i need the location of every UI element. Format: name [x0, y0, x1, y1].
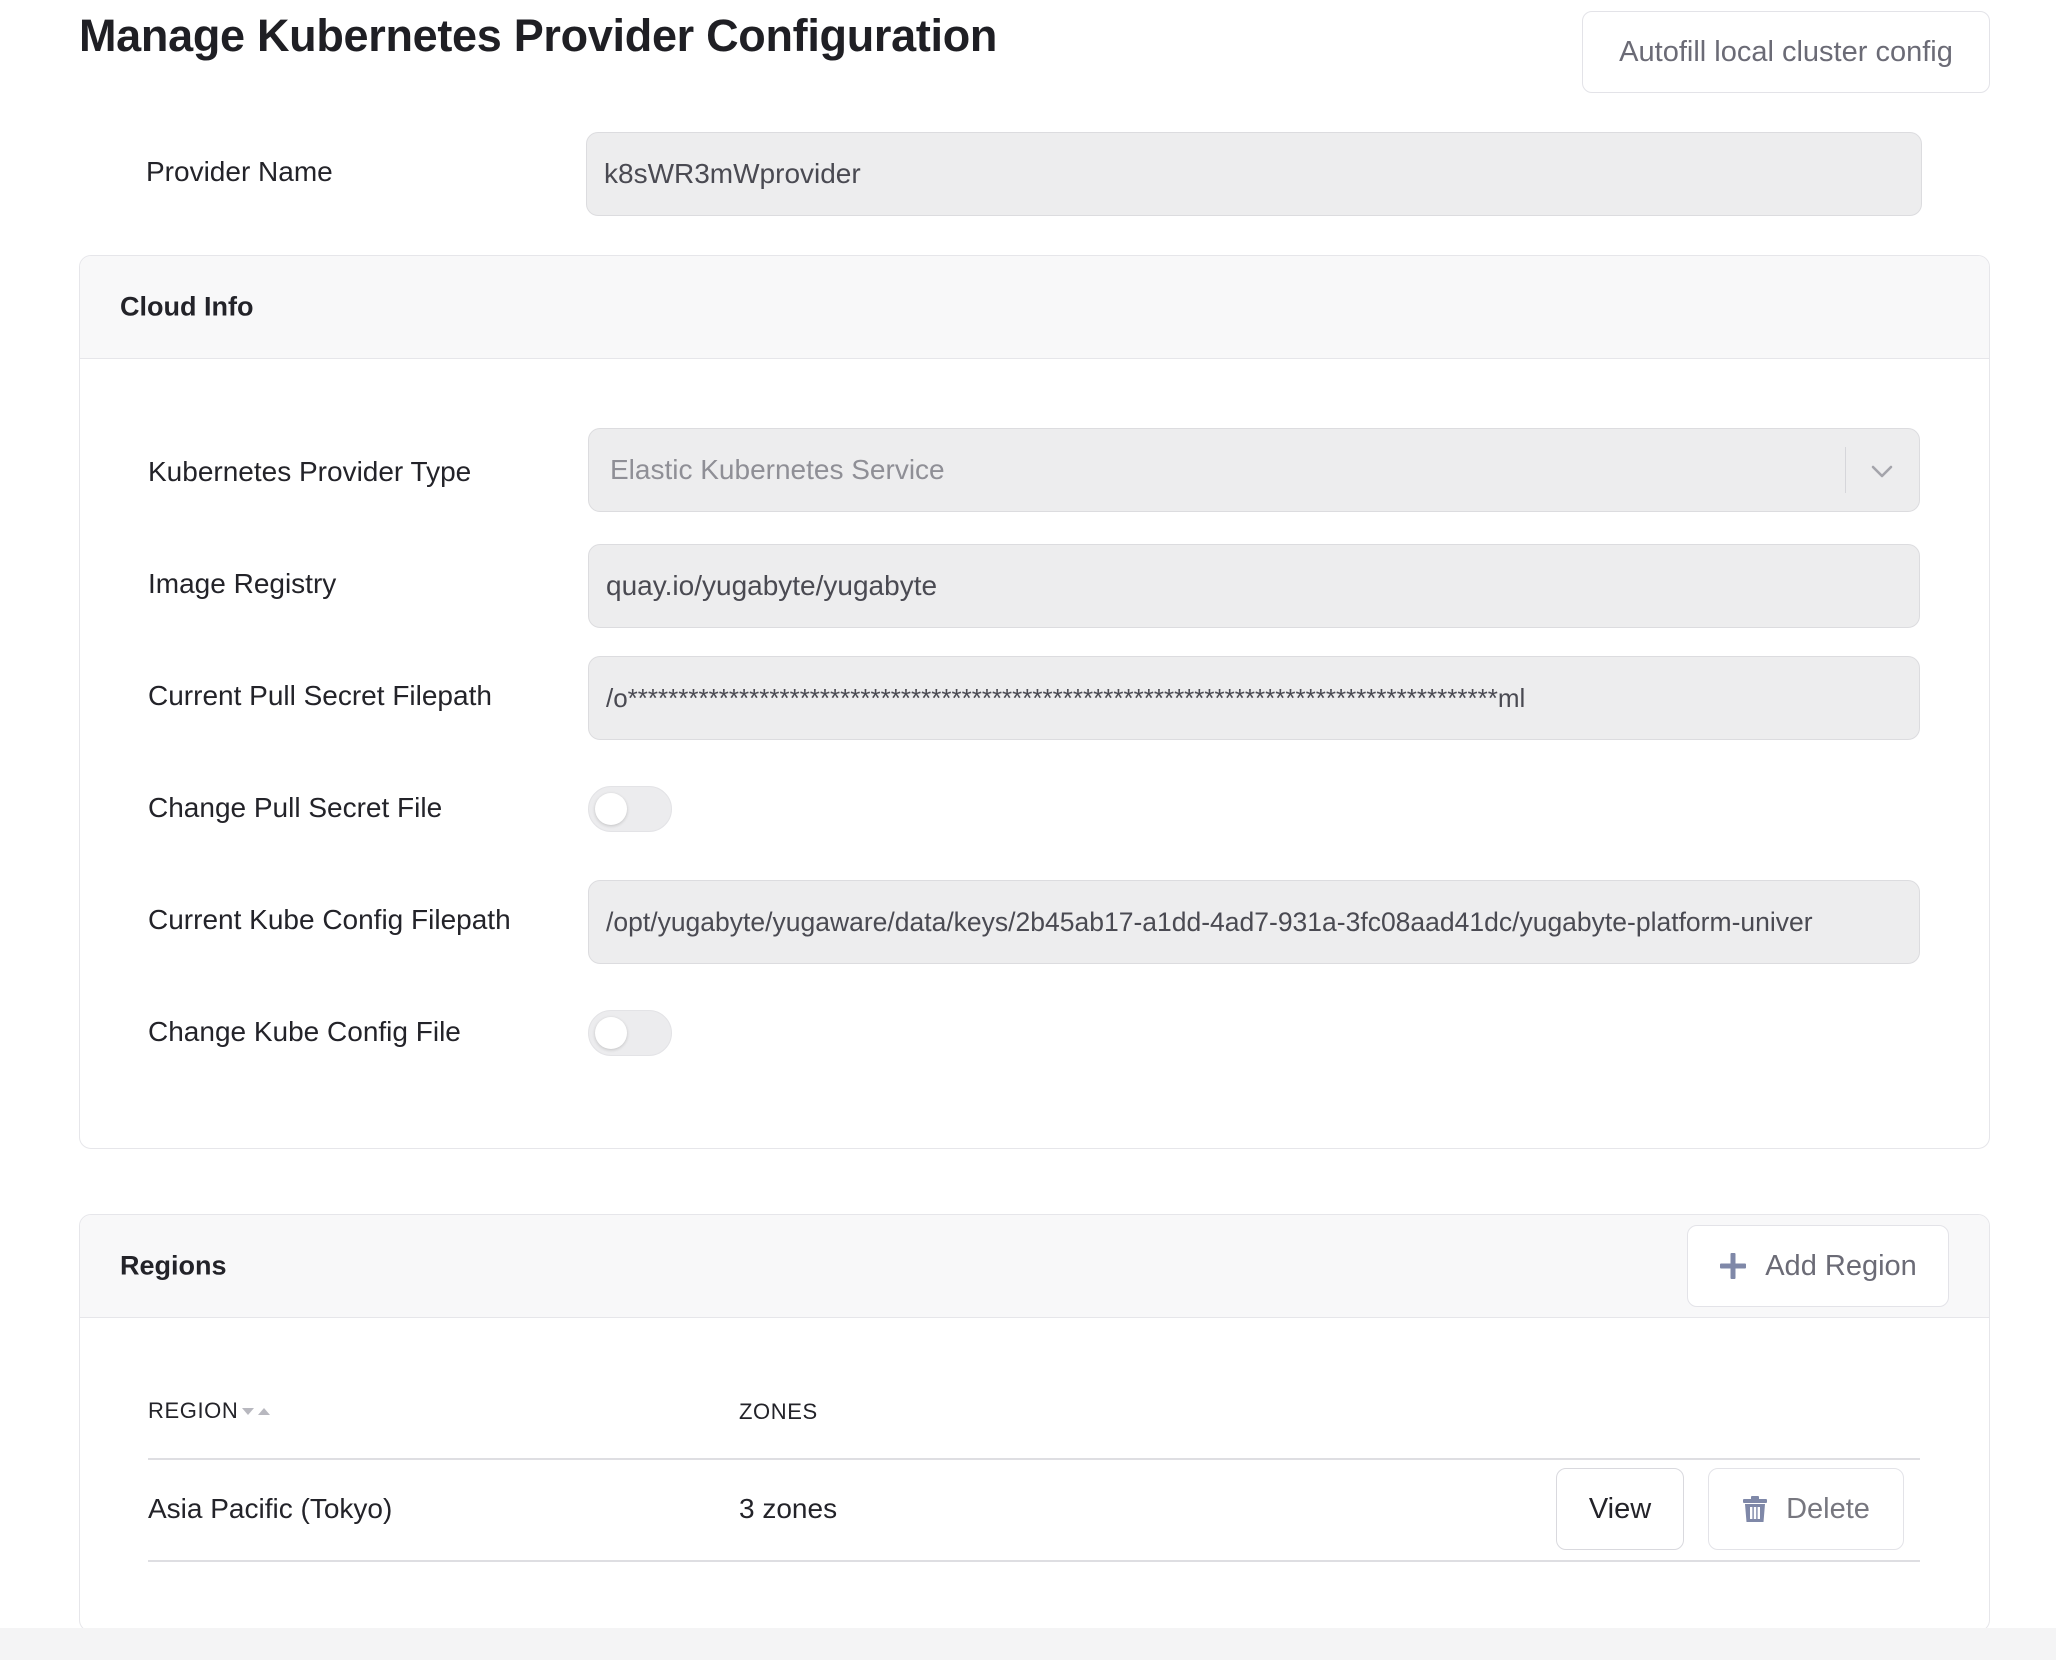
provider-name-input[interactable]: k8sWR3mWprovider — [586, 132, 1922, 216]
plus-icon — [1720, 1253, 1747, 1279]
image-registry-value: quay.io/yugabyte/yugabyte — [606, 570, 938, 601]
add-region-button[interactable]: Add Region — [1687, 1225, 1949, 1307]
region-cell: Asia Pacific (Tokyo) — [148, 1493, 393, 1524]
provider-type-value: Elastic Kubernetes Service — [610, 454, 945, 485]
kube-config-filepath-label: Current Kube Config Filepath — [148, 904, 511, 935]
regions-title: Regions — [120, 1250, 227, 1281]
regions-panel: Regions Add Region — [79, 1214, 1990, 1632]
pull-secret-filepath-label: Current Pull Secret Filepath — [148, 680, 492, 711]
toggle-knob — [595, 1017, 627, 1049]
provider-type-label: Kubernetes Provider Type — [148, 456, 472, 487]
toggle-knob — [595, 793, 627, 825]
zones-cell: 3 zones — [739, 1493, 838, 1524]
page-footer-strip — [0, 1628, 2056, 1660]
autofill-local-cluster-config-button[interactable]: Autofill local cluster config — [1582, 11, 1990, 93]
regions-header: Regions Add Region — [80, 1215, 1989, 1318]
kube-config-filepath-input[interactable]: /opt/yugabyte/yugaware/data/keys/2b45ab1… — [588, 880, 1920, 964]
column-header-region[interactable]: REGION — [148, 1398, 238, 1424]
change-kube-config-label: Change Kube Config File — [148, 1016, 461, 1047]
cloud-info-title: Cloud Info — [120, 291, 254, 322]
cloud-info-header: Cloud Info — [80, 256, 1989, 359]
provider-name-label: Provider Name — [146, 156, 333, 187]
delete-label: Delete — [1786, 1492, 1870, 1525]
image-registry-input[interactable]: quay.io/yugabyte/yugabyte — [588, 544, 1920, 628]
view-region-button[interactable]: View — [1556, 1468, 1684, 1550]
table-header-divider — [148, 1458, 1920, 1460]
provider-type-select[interactable]: Elastic Kubernetes Service — [588, 428, 1920, 512]
column-header-zones: ZONES — [739, 1399, 818, 1424]
pull-secret-filepath-value: /o**************************************… — [606, 682, 1526, 713]
chevron-down-icon[interactable] — [1867, 456, 1897, 486]
change-pull-secret-label: Change Pull Secret File — [148, 792, 443, 823]
trash-icon — [1743, 1496, 1768, 1522]
provider-name-value: k8sWR3mWprovider — [604, 158, 861, 189]
provider-config-page: Manage Kubernetes Provider Configuration… — [0, 0, 2056, 1660]
delete-region-button[interactable]: Delete — [1708, 1468, 1904, 1550]
kube-config-filepath-value: /opt/yugabyte/yugaware/data/keys/2b45ab1… — [606, 906, 1813, 937]
change-kube-config-toggle[interactable] — [588, 1010, 672, 1056]
add-region-label: Add Region — [1765, 1249, 1917, 1282]
select-divider — [1844, 447, 1846, 493]
page-title: Manage Kubernetes Provider Configuration — [79, 10, 998, 61]
sort-icon[interactable] — [240, 1404, 274, 1420]
pull-secret-filepath-input[interactable]: /o**************************************… — [588, 656, 1920, 740]
table-row-divider — [148, 1560, 1920, 1562]
image-registry-label: Image Registry — [148, 568, 337, 599]
change-pull-secret-toggle[interactable] — [588, 786, 672, 832]
